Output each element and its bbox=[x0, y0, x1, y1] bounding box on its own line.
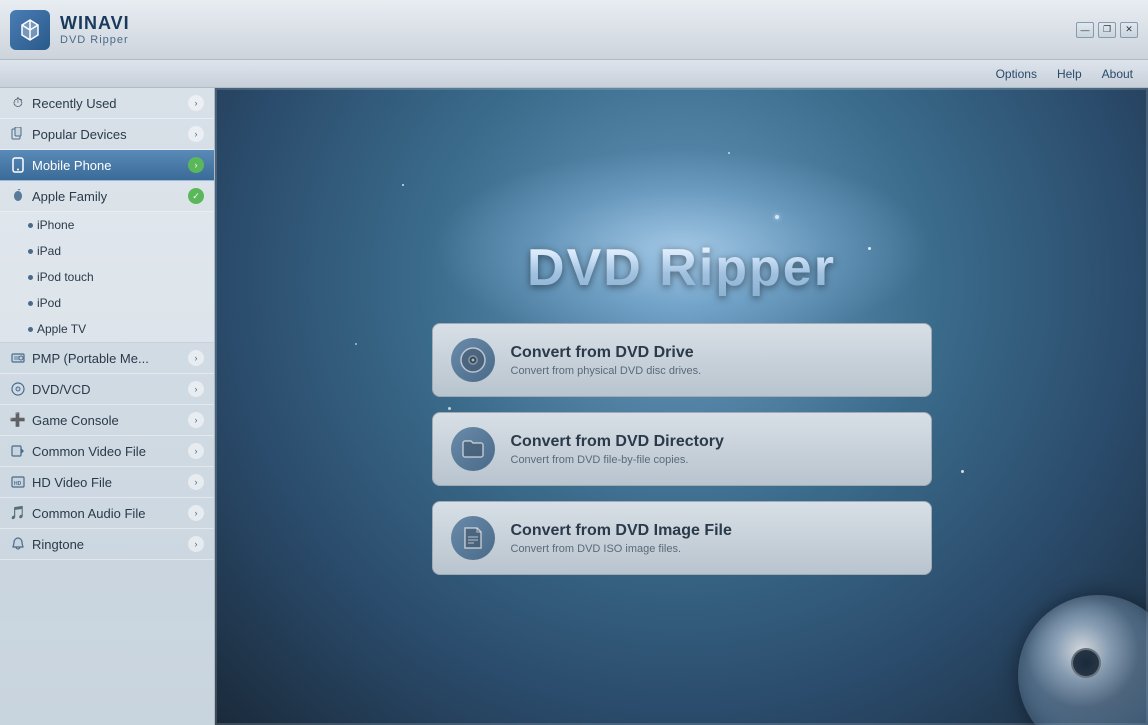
dvd-drive-title: Convert from DVD Drive bbox=[511, 344, 913, 362]
sidebar-label-pmp: PMP (Portable Me... bbox=[32, 351, 149, 366]
convert-dvd-directory-button[interactable]: Convert from DVD Directory Convert from … bbox=[432, 412, 932, 486]
content-area: DVD Ripper Convert from DVD Drive Conver… bbox=[215, 88, 1148, 725]
sidebar-item-mobile-phone[interactable]: Mobile Phone › bbox=[0, 150, 214, 181]
sidebar-label-apple-family: Apple Family bbox=[32, 189, 107, 204]
ipod-dot bbox=[28, 301, 33, 306]
dvd-directory-subtitle: Convert from DVD file-by-file copies. bbox=[511, 454, 913, 466]
apple-family-icon bbox=[10, 188, 26, 204]
sidebar-label-ringtone: Ringtone bbox=[32, 537, 84, 552]
title-bar-left: WINAVI DVD Ripper bbox=[10, 10, 130, 50]
hd-video-icon: HD bbox=[10, 474, 26, 490]
sidebar-item-dvd-vcd[interactable]: DVD/VCD › bbox=[0, 374, 214, 405]
sidebar-label-hd-video: HD Video File bbox=[32, 475, 112, 490]
mobile-phone-icon bbox=[10, 157, 26, 173]
hd-video-arrow: › bbox=[188, 474, 204, 490]
dvd-drive-subtitle: Convert from physical DVD disc drives. bbox=[511, 365, 913, 377]
stars-decoration bbox=[215, 88, 1148, 725]
options-menu[interactable]: Options bbox=[996, 67, 1037, 81]
main-container: ⏱ Recently Used › Popular Devices › bbox=[0, 88, 1148, 725]
game-console-icon: ➕ bbox=[10, 412, 26, 428]
sidebar-item-apple-family[interactable]: Apple Family ✓ bbox=[0, 181, 214, 212]
ringtone-arrow: › bbox=[188, 536, 204, 552]
app-icon bbox=[10, 10, 50, 50]
dvd-vcd-icon bbox=[10, 381, 26, 397]
ringtone-icon bbox=[10, 536, 26, 552]
game-console-arrow: › bbox=[188, 412, 204, 428]
apple-family-arrow: ✓ bbox=[188, 188, 204, 204]
iphone-dot bbox=[28, 223, 33, 228]
help-menu[interactable]: Help bbox=[1057, 67, 1082, 81]
sidebar-label-game-console: Game Console bbox=[32, 413, 119, 428]
common-audio-icon: 🎵 bbox=[10, 505, 26, 521]
dvd-image-title: Convert from DVD Image File bbox=[511, 522, 913, 540]
convert-dvd-drive-button[interactable]: Convert from DVD Drive Convert from phys… bbox=[432, 323, 932, 397]
app-title-sub: DVD Ripper bbox=[60, 34, 130, 46]
app-title-block: WINAVI DVD Ripper bbox=[60, 13, 130, 46]
content-border bbox=[215, 88, 1148, 725]
minimize-button[interactable]: — bbox=[1076, 22, 1094, 38]
dvd-ripper-title: DVD Ripper bbox=[527, 238, 836, 298]
sidebar-item-ringtone[interactable]: Ringtone › bbox=[0, 529, 214, 560]
close-button[interactable]: ✕ bbox=[1120, 22, 1138, 38]
submenu-item-ipad[interactable]: iPad bbox=[0, 238, 214, 264]
submenu-item-apple-tv[interactable]: Apple TV bbox=[0, 316, 214, 342]
dvd-directory-title: Convert from DVD Directory bbox=[511, 433, 913, 451]
recently-used-arrow: › bbox=[188, 95, 204, 111]
convert-dvd-image-button[interactable]: Convert from DVD Image File Convert from… bbox=[432, 501, 932, 575]
sidebar-item-recently-used[interactable]: ⏱ Recently Used › bbox=[0, 88, 214, 119]
menu-bar: Options Help About bbox=[0, 60, 1148, 88]
apple-family-submenu: iPhone iPad iPod touch iPod Apple TV bbox=[0, 212, 214, 343]
title-bar-controls: — ❐ ✕ bbox=[1076, 22, 1138, 38]
sidebar-label-common-video: Common Video File bbox=[32, 444, 146, 459]
dvd-image-icon bbox=[451, 516, 495, 560]
ipod-touch-dot bbox=[28, 275, 33, 280]
submenu-item-ipod-touch[interactable]: iPod touch bbox=[0, 264, 214, 290]
about-menu[interactable]: About bbox=[1102, 67, 1133, 81]
ipad-dot bbox=[28, 249, 33, 254]
sidebar-item-common-video[interactable]: Common Video File › bbox=[0, 436, 214, 467]
app-title-main: WINAVI bbox=[60, 13, 130, 34]
common-video-arrow: › bbox=[188, 443, 204, 459]
pmp-arrow: › bbox=[188, 350, 204, 366]
sidebar-label-common-audio: Common Audio File bbox=[32, 506, 145, 521]
dvd-image-subtitle: Convert from DVD ISO image files. bbox=[511, 543, 913, 555]
pmp-icon bbox=[10, 350, 26, 366]
restore-button[interactable]: ❐ bbox=[1098, 22, 1116, 38]
title-bar: WINAVI DVD Ripper — ❐ ✕ bbox=[0, 0, 1148, 60]
recently-used-icon: ⏱ bbox=[10, 95, 26, 111]
sidebar-bottom bbox=[0, 560, 214, 620]
sidebar: ⏱ Recently Used › Popular Devices › bbox=[0, 88, 215, 725]
sidebar-label-recently-used: Recently Used bbox=[32, 96, 117, 111]
dvd-directory-icon bbox=[451, 427, 495, 471]
popular-devices-icon bbox=[10, 126, 26, 142]
dvd-drive-icon bbox=[451, 338, 495, 382]
sidebar-label-popular-devices: Popular Devices bbox=[32, 127, 127, 142]
sidebar-label-dvd-vcd: DVD/VCD bbox=[32, 382, 91, 397]
svg-text:HD: HD bbox=[14, 481, 22, 487]
sidebar-item-popular-devices[interactable]: Popular Devices › bbox=[0, 119, 214, 150]
sidebar-item-game-console[interactable]: ➕ Game Console › bbox=[0, 405, 214, 436]
submenu-item-iphone[interactable]: iPhone bbox=[0, 212, 214, 238]
sidebar-label-mobile-phone: Mobile Phone bbox=[32, 158, 112, 173]
dvd-disc-hole bbox=[1071, 648, 1101, 678]
popular-devices-arrow: › bbox=[188, 126, 204, 142]
sidebar-item-pmp[interactable]: PMP (Portable Me... › bbox=[0, 343, 214, 374]
sidebar-item-hd-video[interactable]: HD HD Video File › bbox=[0, 467, 214, 498]
mobile-phone-arrow: › bbox=[188, 157, 204, 173]
common-audio-arrow: › bbox=[188, 505, 204, 521]
common-video-icon bbox=[10, 443, 26, 459]
dvd-vcd-arrow: › bbox=[188, 381, 204, 397]
sidebar-item-common-audio[interactable]: 🎵 Common Audio File › bbox=[0, 498, 214, 529]
apple-tv-dot bbox=[28, 327, 33, 332]
submenu-item-ipod[interactable]: iPod bbox=[0, 290, 214, 316]
